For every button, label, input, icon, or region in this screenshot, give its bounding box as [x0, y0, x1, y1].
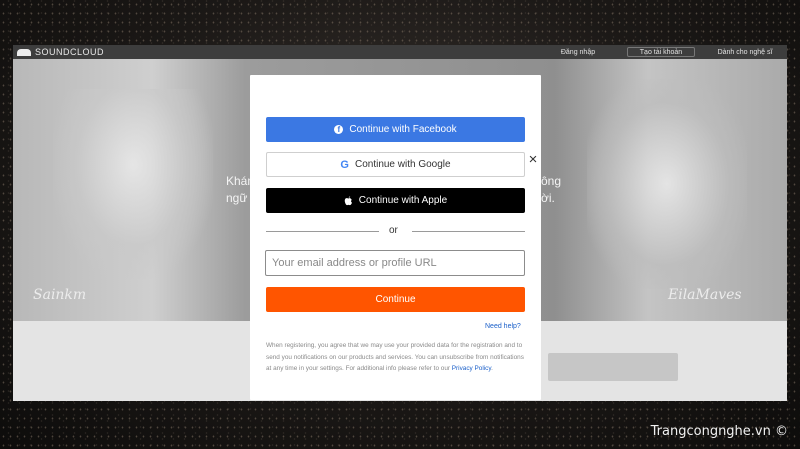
continue-with-google-button[interactable]: G Continue with Google	[266, 152, 525, 177]
google-icon: G	[340, 158, 349, 171]
divider-line-right	[412, 231, 525, 232]
watermark: Trangcongnghe.vn ©	[650, 424, 788, 439]
hero-text-right: ông ời.	[541, 173, 561, 207]
or-divider: or	[266, 225, 525, 239]
hero-signature-right: EilaMaves	[668, 287, 742, 303]
google-button-label: Continue with Google	[354, 159, 451, 170]
site-logo: SOUNDCLOUD	[17, 47, 104, 57]
continue-with-facebook-button[interactable]: f Continue with Facebook	[266, 117, 525, 142]
privacy-policy-link[interactable]: Privacy Policy	[452, 365, 491, 372]
or-text: or	[389, 225, 398, 236]
legal-notice: When registering, you agree that we may …	[266, 340, 528, 375]
soundcloud-logo-icon	[17, 48, 31, 56]
close-button[interactable]: ×	[527, 152, 539, 167]
header-signup-link: Tạo tài khoản	[627, 47, 695, 57]
hero-artist-image-right	[587, 79, 747, 289]
email-input[interactable]	[265, 250, 525, 276]
legal-end: .	[491, 365, 493, 372]
hero-signature-left: Sainkm	[33, 287, 87, 303]
hero-artist-image-left	[53, 89, 213, 279]
need-help-link[interactable]: Need help?	[485, 323, 521, 330]
site-lower-button	[548, 353, 678, 381]
apple-icon	[344, 195, 352, 205]
hero-text-right-line: ông	[541, 174, 562, 188]
divider-line-left	[266, 231, 379, 232]
site-logo-text: SOUNDCLOUD	[35, 47, 105, 57]
apple-button-label: Continue with Apple	[358, 195, 448, 206]
header-login-link: Đăng nhập	[560, 48, 596, 56]
header-artists-link: Dành cho nghệ sĩ	[717, 48, 773, 56]
facebook-button-label: Continue with Facebook	[349, 124, 457, 135]
hero-text-right-line: ời.	[541, 191, 555, 205]
continue-button[interactable]: Continue	[266, 287, 525, 312]
continue-with-apple-button[interactable]: Continue with Apple	[266, 188, 525, 213]
facebook-icon: f	[334, 125, 344, 134]
